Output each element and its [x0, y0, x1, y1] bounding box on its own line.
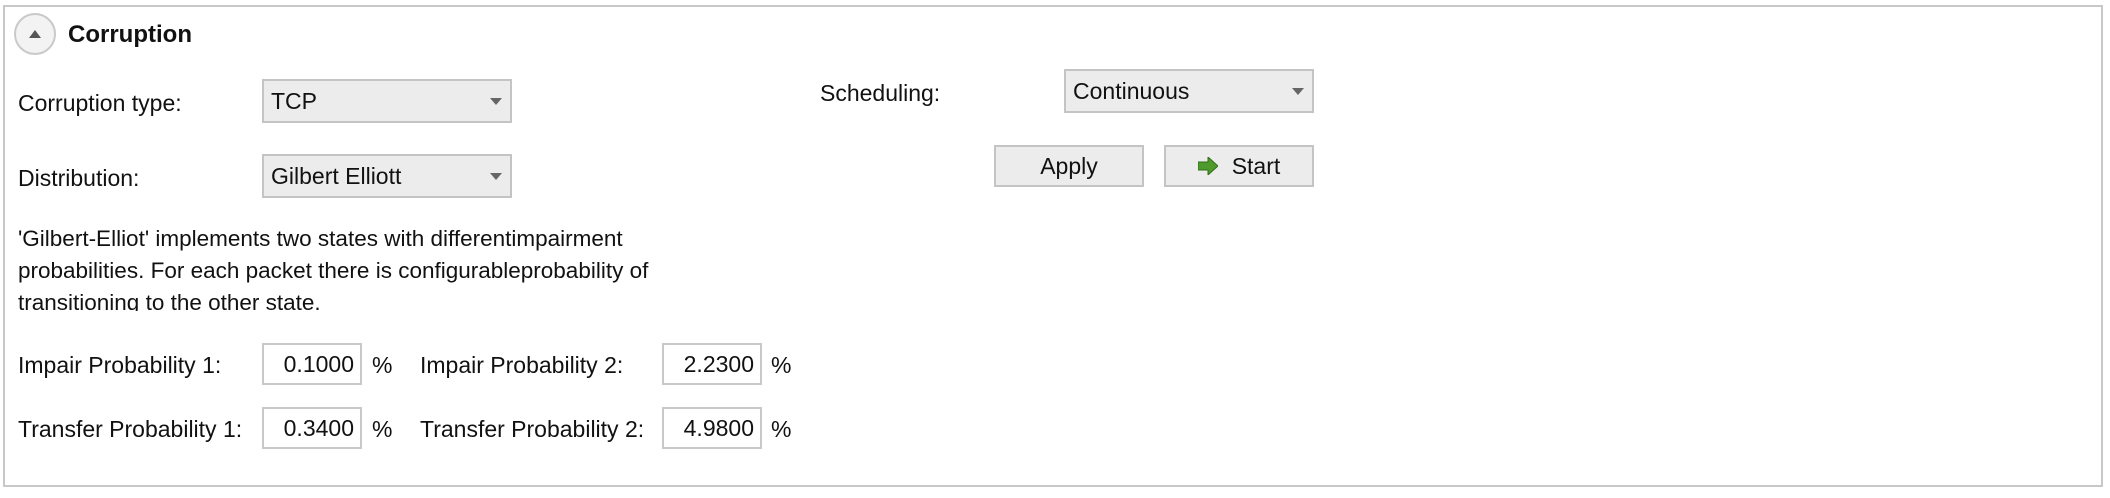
distribution-value: Gilbert Elliott — [271, 163, 402, 189]
distribution-label: Distribution: — [18, 165, 140, 191]
transfer-probability-2-label: Transfer Probability 2: — [420, 416, 645, 442]
description-line: 'Gilbert-Elliot' implements two states w… — [18, 226, 623, 251]
chevron-down-icon — [490, 98, 502, 105]
start-button-label: Start — [1231, 153, 1281, 179]
percent-unit: % — [372, 352, 393, 378]
start-button[interactable]: Start — [1164, 145, 1314, 187]
percent-unit: % — [771, 352, 792, 378]
apply-button[interactable]: Apply — [994, 145, 1144, 187]
distribution-dropdown[interactable]: Gilbert Elliott — [262, 154, 512, 198]
scheduling-dropdown[interactable]: Continuous — [1064, 69, 1314, 113]
corruption-type-dropdown[interactable]: TCP — [262, 79, 512, 123]
chevron-down-icon — [1292, 88, 1304, 95]
transfer-probability-1-label: Transfer Probability 1: — [18, 416, 243, 442]
impair-probability-1-label: Impair Probability 1: — [18, 352, 222, 378]
impair-probability-2-label: Impair Probability 2: — [420, 352, 624, 378]
impair-probability-2-input[interactable]: 2.2300 — [662, 343, 762, 385]
impair-probability-1-input[interactable]: 0.1000 — [262, 343, 362, 385]
chevron-down-icon — [490, 173, 502, 180]
chevron-up-icon — [29, 30, 41, 38]
percent-unit: % — [372, 416, 393, 442]
arrow-right-icon — [1197, 157, 1218, 175]
scheduling-value: Continuous — [1073, 78, 1190, 104]
transfer-probability-1-input[interactable]: 0.3400 — [262, 407, 362, 449]
description-line: transitioning to the other state. — [18, 290, 321, 311]
section-title: Corruption — [68, 21, 192, 48]
distribution-description: 'Gilbert-Elliot' implements two states w… — [18, 223, 748, 311]
collapse-button[interactable] — [14, 13, 56, 55]
apply-button-label: Apply — [1040, 153, 1098, 179]
description-line: probabilities. For each packet there is … — [18, 258, 649, 283]
transfer-probability-2-input[interactable]: 4.9800 — [662, 407, 762, 449]
corruption-type-label: Corruption type: — [18, 90, 182, 116]
corruption-type-value: TCP — [271, 88, 317, 114]
scheduling-label: Scheduling: — [820, 80, 941, 106]
percent-unit: % — [771, 416, 792, 442]
